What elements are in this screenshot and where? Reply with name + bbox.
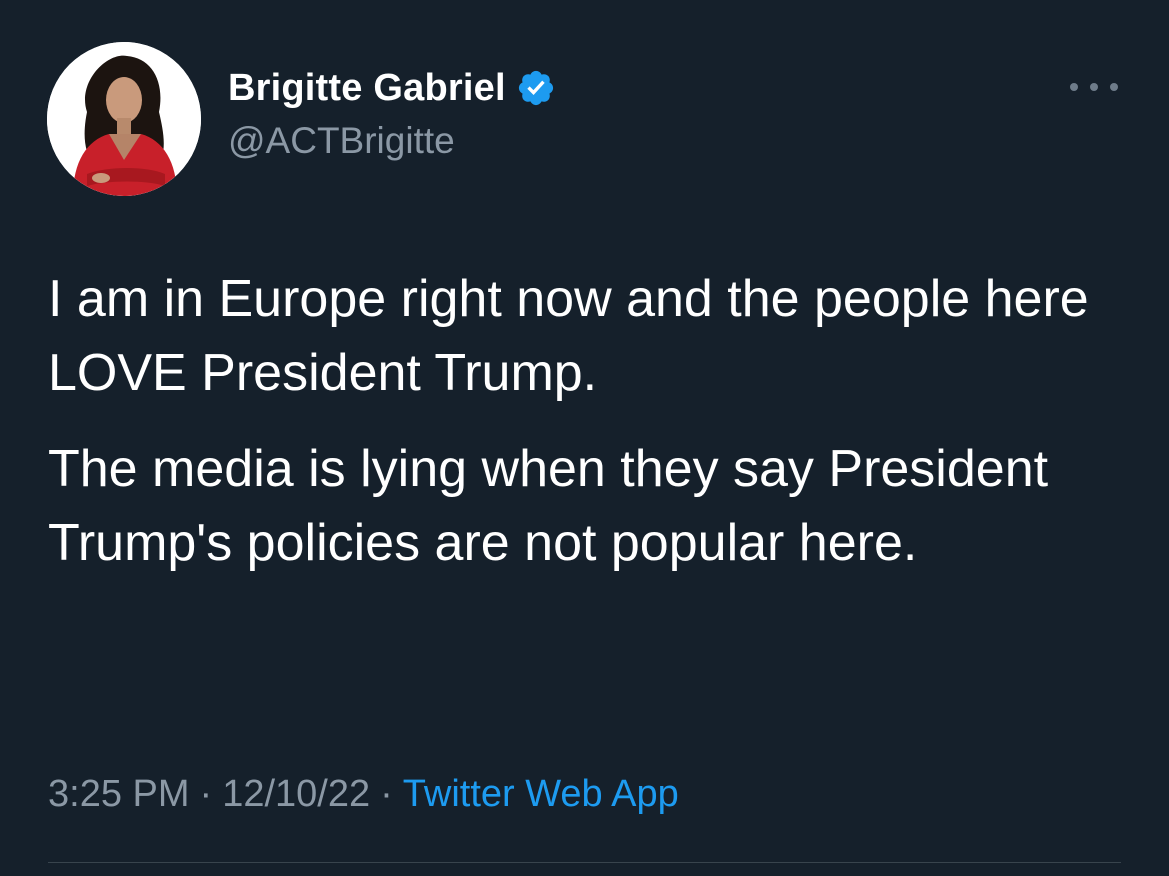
verified-badge-icon <box>516 68 556 108</box>
author-display-name[interactable]: Brigitte Gabriel <box>228 67 506 110</box>
tweet-time[interactable]: 3:25 PM <box>48 773 190 815</box>
tweet-meta: 3:25 PM · 12/10/22 · Twitter Web App <box>48 773 679 816</box>
avatar[interactable] <box>47 42 201 196</box>
divider <box>48 862 1121 863</box>
author-handle[interactable]: @ACTBrigitte <box>228 120 455 162</box>
tweet-text: I am in Europe right now and the people … <box>48 262 1138 580</box>
tweet-paragraph: The media is lying when they say Preside… <box>48 440 1049 572</box>
more-dot <box>1090 83 1098 91</box>
meta-separator: · <box>380 773 393 815</box>
tweet-date[interactable]: 12/10/22 <box>222 773 370 815</box>
more-dot <box>1070 83 1078 91</box>
author-name-row: Brigitte Gabriel <box>228 62 556 114</box>
tweet-paragraph: I am in Europe right now and the people … <box>48 270 1089 402</box>
more-dot <box>1110 83 1118 91</box>
tweet-source-link[interactable]: Twitter Web App <box>403 773 679 815</box>
profile-photo-image <box>47 42 201 196</box>
meta-separator: · <box>199 773 213 815</box>
more-options-icon[interactable] <box>1070 72 1118 102</box>
tweet-card: Brigitte Gabriel @ACTBrigitte I am in Eu… <box>0 0 1169 876</box>
